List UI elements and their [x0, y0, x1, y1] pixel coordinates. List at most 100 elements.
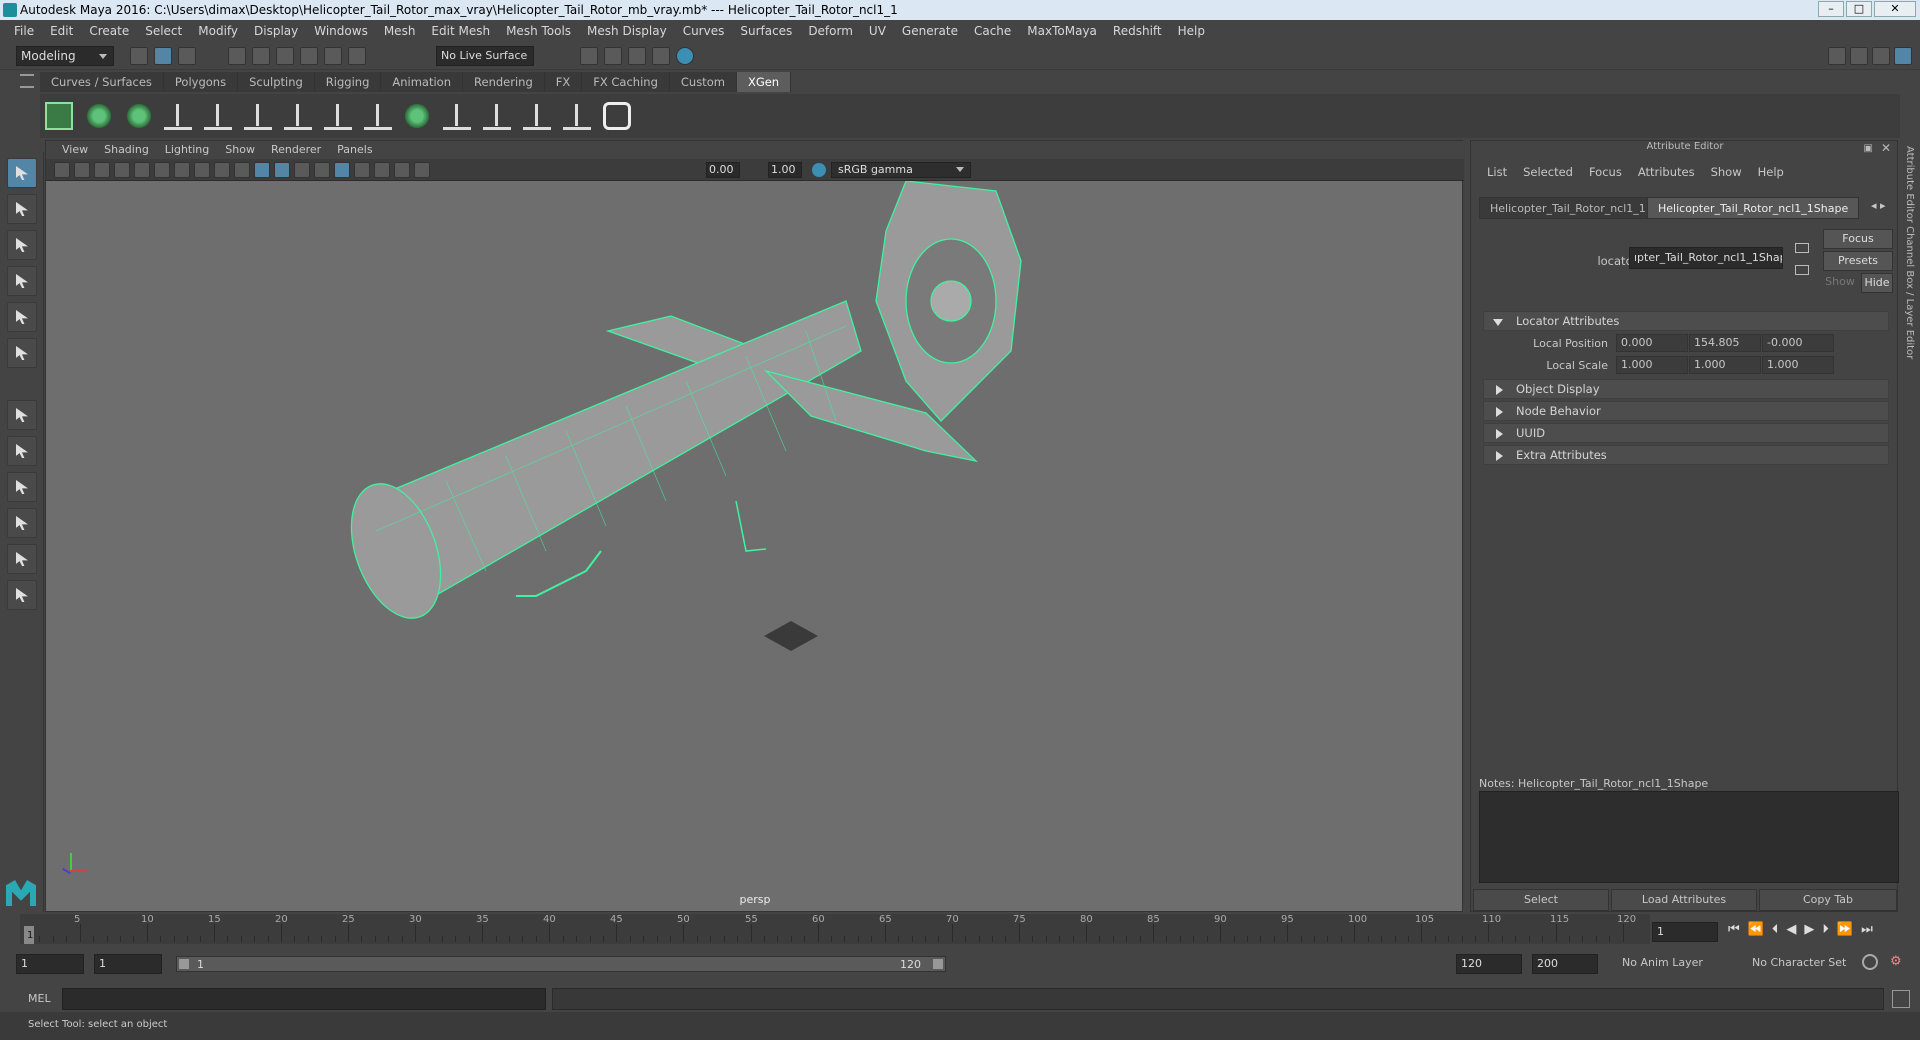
vp-menu-view[interactable]: View [54, 141, 96, 159]
step-back-frame-icon[interactable]: ⏴ [1772, 922, 1779, 937]
menu-file[interactable]: File [6, 24, 42, 38]
image-plane-icon[interactable] [114, 162, 130, 178]
field-chart-icon[interactable] [214, 162, 230, 178]
tab-sculpting[interactable]: Sculpting [238, 72, 315, 92]
section-node-behavior[interactable]: Node Behavior [1483, 401, 1889, 421]
tab-xgen[interactable]: XGen [736, 72, 792, 92]
scene-3d[interactable] [46, 181, 1464, 891]
lights-icon[interactable] [314, 162, 330, 178]
xgen-delete-icon[interactable] [562, 102, 591, 130]
animation-end-field[interactable]: 200 [1532, 954, 1598, 974]
ae-menu-show[interactable]: Show [1703, 165, 1750, 179]
color-space-dropdown[interactable]: sRGB gamma [831, 162, 971, 178]
smooth-shade-icon[interactable] [274, 162, 290, 178]
lasso-tool-icon[interactable] [7, 194, 37, 224]
ae-menu-help[interactable]: Help [1750, 165, 1792, 179]
snap-point-icon[interactable] [276, 47, 294, 65]
menu-cache[interactable]: Cache [966, 24, 1019, 38]
textured-icon[interactable] [294, 162, 310, 178]
menu-edit[interactable]: Edit [42, 24, 81, 38]
tab-custom[interactable]: Custom [669, 72, 737, 92]
side-by-side-layout-icon[interactable] [7, 472, 37, 502]
close-button[interactable]: ✕ [1874, 1, 1916, 17]
mel-label[interactable]: MEL [28, 992, 51, 1005]
menu-deform[interactable]: Deform [800, 24, 861, 38]
graph-layout-icon[interactable] [7, 544, 37, 574]
close-panel-icon[interactable]: ✕ [1881, 141, 1891, 155]
maximize-button[interactable]: □ [1846, 1, 1872, 17]
gate-mask-icon[interactable] [194, 162, 210, 178]
snap-curve-icon[interactable] [252, 47, 270, 65]
hide-button[interactable]: Hide [1861, 273, 1893, 293]
hypershade-icon[interactable] [676, 47, 694, 65]
play-forwards-icon[interactable]: ▶ [1804, 922, 1814, 937]
ambient-occlusion-icon[interactable] [374, 162, 390, 178]
script-editor-icon[interactable] [1892, 990, 1910, 1008]
gamma-field[interactable]: 1.00 [768, 162, 802, 178]
snap-surface-icon[interactable] [324, 47, 342, 65]
render-view-icon[interactable] [652, 47, 670, 65]
resolution-gate-icon[interactable] [174, 162, 190, 178]
presets-button[interactable]: Presets [1823, 251, 1893, 271]
outliner-layout-icon[interactable] [7, 508, 37, 538]
xgen-guide-length-icon[interactable] [283, 102, 312, 130]
section-locator-attributes[interactable]: Locator Attributes [1483, 311, 1889, 331]
step-forward-key-icon[interactable]: ⏩ [1837, 922, 1853, 937]
tab-fx[interactable]: FX [544, 72, 583, 92]
animation-preferences-icon[interactable]: ⚙ [1890, 954, 1906, 970]
xgen-add-guide-icon[interactable] [204, 102, 233, 130]
snap-view-icon[interactable] [300, 47, 318, 65]
local-position-y[interactable]: 154.805 [1689, 334, 1761, 352]
menu-maxtomaya[interactable]: MaxToMaya [1019, 24, 1105, 38]
tab-scroll-icons[interactable]: ◂ ▸ [1871, 199, 1886, 212]
xgen-import-icon[interactable] [124, 102, 153, 130]
ipr-render-icon[interactable] [628, 47, 646, 65]
hypershade-layout-icon[interactable] [7, 580, 37, 610]
ae-menu-list[interactable]: List [1479, 165, 1515, 179]
copy-tab-button[interactable]: Copy Tab [1759, 889, 1897, 911]
xgen-smooth-icon[interactable] [522, 102, 551, 130]
xgen-sculpt-guide-icon[interactable] [244, 102, 273, 130]
locator-name-field[interactable]: ıpter_Tail_Rotor_ncl1_1Shape [1629, 247, 1783, 269]
snap-live-icon[interactable] [348, 47, 366, 65]
xray-icon[interactable] [334, 162, 350, 178]
menu-help[interactable]: Help [1170, 24, 1213, 38]
vp-menu-panels[interactable]: Panels [329, 141, 380, 159]
menu-surfaces[interactable]: Surfaces [732, 24, 800, 38]
playback-start-field[interactable]: 1 [94, 954, 162, 974]
menu-set-dropdown[interactable]: Modeling [16, 46, 114, 66]
ae-menu-selected[interactable]: Selected [1515, 165, 1581, 179]
tool-settings-icon[interactable] [1872, 47, 1890, 65]
animation-start-field[interactable]: 1 [16, 954, 84, 974]
local-scale-z[interactable]: 1.000 [1762, 356, 1834, 374]
xgen-cut-icon[interactable] [443, 102, 472, 130]
camera-attributes-icon[interactable] [74, 162, 90, 178]
tab-rigging[interactable]: Rigging [314, 72, 382, 92]
xgen-lock-guide-icon[interactable] [323, 102, 352, 130]
move-tool-icon[interactable] [7, 266, 37, 296]
snap-grid-icon[interactable] [228, 47, 246, 65]
vp-menu-shading[interactable]: Shading [96, 141, 157, 159]
color-management-icon[interactable] [812, 163, 826, 177]
render-settings-icon[interactable] [580, 47, 598, 65]
modeling-toolkit-icon[interactable] [1828, 47, 1846, 65]
ae-menu-focus[interactable]: Focus [1581, 165, 1630, 179]
range-handle-left[interactable] [179, 959, 189, 969]
local-scale-x[interactable]: 1.000 [1616, 356, 1688, 374]
menu-display[interactable]: Display [246, 24, 306, 38]
go-to-start-icon[interactable]: ⏮ [1728, 922, 1740, 937]
auto-key-icon[interactable] [1862, 954, 1878, 970]
tab-animation[interactable]: Animation [381, 72, 464, 92]
tab-curves-surfaces[interactable]: Curves / Surfaces [40, 72, 164, 92]
vp-menu-lighting[interactable]: Lighting [157, 141, 217, 159]
tab-transform-node[interactable]: Helicopter_Tail_Rotor_ncl1_1 [1479, 197, 1657, 219]
step-forward-frame-icon[interactable]: ⏵ [1822, 922, 1829, 937]
menu-select[interactable]: Select [137, 24, 190, 38]
character-set-dropdown[interactable]: No Character Set [1752, 956, 1872, 969]
step-back-key-icon[interactable]: ⏪ [1748, 922, 1764, 937]
attribute-editor-toggle-icon[interactable] [1850, 47, 1868, 65]
rotate-tool-icon[interactable] [7, 302, 37, 332]
xgen-comb-icon[interactable] [363, 102, 392, 130]
select-node-icon[interactable] [1795, 265, 1809, 275]
menu-mesh-display[interactable]: Mesh Display [579, 24, 675, 38]
